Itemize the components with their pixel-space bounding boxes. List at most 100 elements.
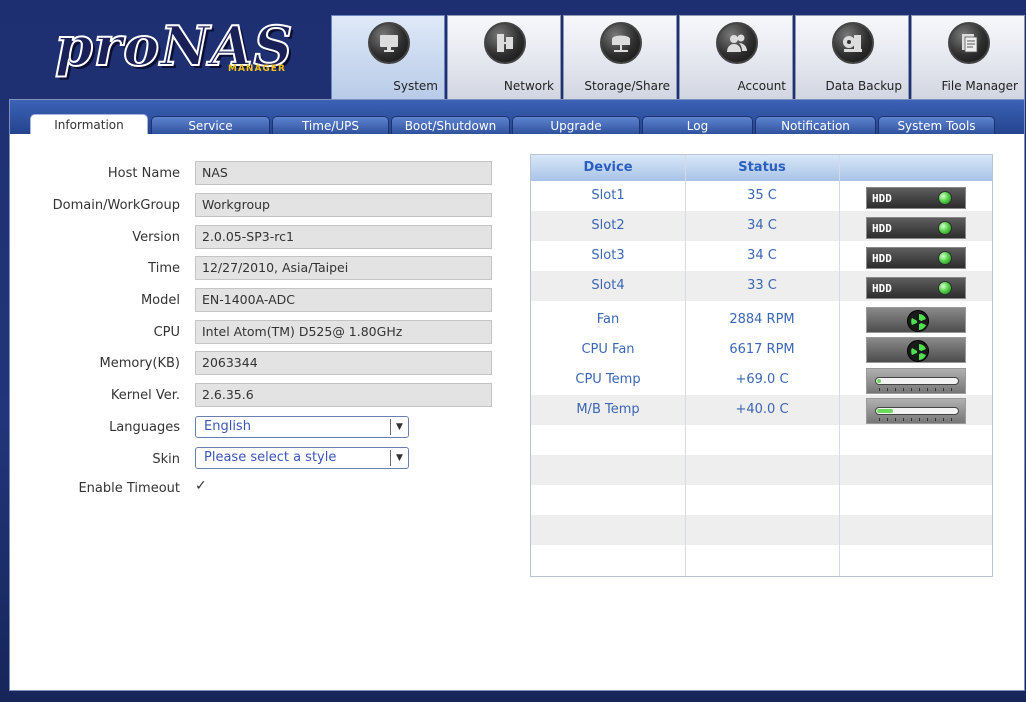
hdd-indicator: HDD [866,217,966,239]
table-row [531,515,992,545]
memory-value: 2063344 [195,351,492,375]
column-header-status: Status [738,160,786,175]
device-name: CPU Temp [575,372,641,387]
tab-system-tools[interactable]: System Tools [878,116,995,134]
table-row: M/B Temp +40.0 C [531,395,992,425]
temperature-gauge [866,368,966,394]
device-status-table: Device Status Slot1 35 C HDD Slot2 34 C … [530,154,993,577]
gauge-fill [877,379,881,383]
version-label: Version [132,230,180,245]
device-status: 2884 RPM [729,312,795,327]
device-status: 6617 RPM [729,342,795,357]
fan-icon [907,310,929,332]
nav-data-backup[interactable]: Data Backup [795,15,909,99]
nav-system[interactable]: System [331,15,445,99]
table-row: Fan 2884 RPM [531,305,992,335]
table-row: Slot2 34 C HDD [531,211,992,241]
gauge-track [875,407,959,415]
gauge-ticks [879,388,957,391]
nav-label: Storage/Share [584,79,670,93]
fan-indicator [866,307,966,333]
table-row: Slot3 34 C HDD [531,241,992,271]
main-panel: Information Service Time/UPS Boot/Shutdo… [9,99,1025,691]
temperature-gauge [866,398,966,424]
users-icon [716,22,758,64]
status-led-icon [938,251,952,265]
skin-select[interactable]: Please select a style ▼ [195,447,409,469]
model-value: EN-1400A-ADC [195,288,492,312]
device-name: Slot3 [591,248,625,263]
sub-tab-bar: Information Service Time/UPS Boot/Shutdo… [10,100,1024,134]
monitor-icon [368,22,410,64]
chevron-down-icon: ▼ [390,419,408,435]
nav-network[interactable]: Network [447,15,561,99]
gauge-fill [877,409,893,413]
header: proNAS MANAGER System Network Storage/Sh… [0,0,1026,100]
column-divider [839,155,840,576]
status-led-icon [938,221,952,235]
device-status: +40.0 C [735,402,789,417]
nav-label: Data Backup [825,79,902,93]
device-name: CPU Fan [581,342,635,357]
pronas-logo: proNAS MANAGER [54,13,327,86]
gauge-track [875,377,959,385]
gauge-ticks [879,418,957,421]
model-label: Model [140,293,180,308]
memory-label: Memory(KB) [99,356,180,371]
backup-icon [832,22,874,64]
languages-selected-value: English [204,419,251,434]
tab-notification[interactable]: Notification [755,116,876,134]
table-row [531,545,992,575]
table-row [531,455,992,485]
tab-boot-shutdown[interactable]: Boot/Shutdown [391,116,510,134]
languages-label: Languages [109,420,180,435]
status-led-icon [938,191,952,205]
tab-time-ups[interactable]: Time/UPS [272,116,389,134]
device-name: Slot1 [591,188,625,203]
table-row: Slot4 33 C HDD [531,271,992,301]
hdd-label: HDD [872,252,892,265]
time-value: 12/27/2010, Asia/Taipei [195,256,492,280]
table-row [531,485,992,515]
kernel-version-value: 2.6.35.6 [195,383,492,407]
enable-timeout-checkbox[interactable]: ✓ [195,479,209,493]
chevron-down-icon: ▼ [390,450,408,466]
column-divider [685,155,686,576]
cpu-label: CPU [153,325,180,340]
domain-workgroup-value: Workgroup [195,193,492,217]
hdd-label: HDD [872,192,892,205]
fan-indicator [866,337,966,363]
tab-upgrade[interactable]: Upgrade [512,116,640,134]
device-name: M/B Temp [576,402,640,417]
table-row [531,425,992,455]
table-row: CPU Temp +69.0 C [531,365,992,395]
nav-file-manager[interactable]: File Manager [911,15,1025,99]
languages-select[interactable]: English ▼ [195,416,409,438]
tab-log[interactable]: Log [642,116,753,134]
status-led-icon [938,281,952,295]
hdd-indicator: HDD [866,277,966,299]
table-row: Slot1 35 C HDD [531,181,992,211]
tab-service[interactable]: Service [151,116,270,134]
enable-timeout-label: Enable Timeout [78,481,180,496]
nav-label: File Manager [941,79,1019,93]
version-value: 2.0.05-SP3-rc1 [195,225,492,249]
host-name-value: NAS [195,161,492,185]
hdd-label: HDD [872,222,892,235]
device-name: Fan [596,312,620,327]
device-status: 34 C [747,218,777,233]
skin-selected-value: Please select a style [204,450,337,465]
table-header: Device Status [531,155,992,181]
nav-account[interactable]: Account [679,15,793,99]
nav-storage-share[interactable]: Storage/Share [563,15,677,99]
device-status: 35 C [747,188,777,203]
tab-information[interactable]: Information [30,114,148,134]
network-icon [484,22,526,64]
device-status: +69.0 C [735,372,789,387]
storage-icon [600,22,642,64]
kernel-version-label: Kernel Ver. [110,388,180,403]
nav-label: System [393,79,438,93]
nav-label: Network [503,79,554,93]
device-name: Slot2 [591,218,625,233]
column-header-device: Device [583,160,633,175]
